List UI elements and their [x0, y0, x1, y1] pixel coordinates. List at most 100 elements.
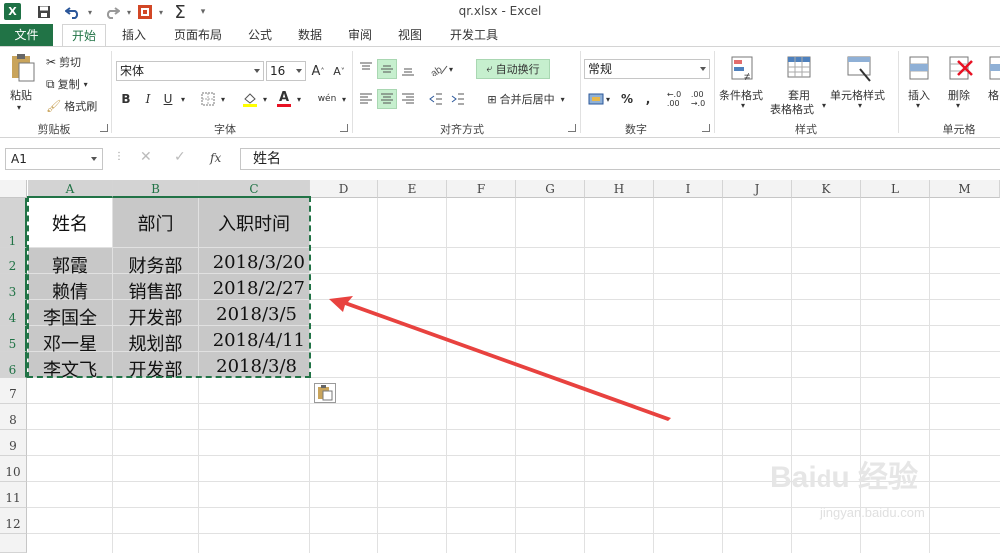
cell-styles-icon[interactable]: [846, 55, 874, 83]
tab-home[interactable]: 开始: [62, 24, 106, 46]
increase-indent-icon[interactable]: [448, 89, 468, 109]
column-header[interactable]: K: [792, 180, 861, 198]
column-header[interactable]: H: [585, 180, 654, 198]
column-header[interactable]: E: [378, 180, 447, 198]
format-cells-label[interactable]: 格: [988, 87, 999, 103]
underline-button[interactable]: U: [158, 89, 178, 109]
phonetic-guide-button[interactable]: wén: [314, 89, 340, 109]
column-header[interactable]: J: [723, 180, 792, 198]
row-header[interactable]: 7: [0, 378, 27, 404]
group-separator: [111, 51, 112, 133]
tab-view[interactable]: 视图: [390, 24, 430, 46]
middle-align-icon[interactable]: [377, 59, 397, 79]
conditional-format-icon[interactable]: ≠: [730, 55, 758, 83]
format-as-table-dropdown-icon[interactable]: ▾: [822, 101, 826, 110]
accounting-format-icon[interactable]: ▾: [586, 89, 612, 109]
insert-cells-icon[interactable]: [906, 55, 934, 83]
number-format-combo[interactable]: 常规: [584, 59, 710, 79]
paste-icon[interactable]: [8, 53, 36, 82]
italic-button[interactable]: I: [138, 89, 158, 109]
copy-button[interactable]: ⧉ 复制 ▾: [46, 76, 88, 92]
row-header[interactable]: 1: [0, 198, 27, 248]
delete-cells-icon[interactable]: [946, 55, 974, 83]
decrease-decimal-icon[interactable]: .00 →.0: [688, 89, 708, 109]
delete-dropdown-icon[interactable]: ▾: [956, 101, 960, 110]
font-color-icon[interactable]: A: [274, 89, 294, 109]
format-as-table-icon[interactable]: [786, 55, 814, 83]
font-size-combo[interactable]: 16: [266, 61, 306, 81]
row-header[interactable]: 2: [0, 248, 27, 274]
name-box[interactable]: A1: [5, 148, 103, 170]
format-painter-button[interactable]: 🖌 格式刷: [46, 98, 97, 114]
font-color-dropdown-icon[interactable]: ▾: [294, 89, 304, 109]
increase-decimal-icon[interactable]: ←.0.00: [664, 89, 684, 109]
merge-dropdown-icon[interactable]: ▾: [561, 95, 565, 104]
cancel-entry-icon[interactable]: ✕: [140, 149, 152, 165]
column-header[interactable]: G: [516, 180, 585, 198]
borders-dropdown-icon[interactable]: ▾: [218, 89, 228, 109]
tab-developer[interactable]: 开发工具: [440, 24, 508, 46]
tab-insert[interactable]: 插入: [114, 24, 154, 46]
decrease-indent-icon[interactable]: [426, 89, 446, 109]
font-name-combo[interactable]: 宋体: [116, 61, 264, 81]
underline-dropdown-icon[interactable]: ▾: [178, 89, 188, 109]
font-launcher-icon[interactable]: [340, 124, 348, 132]
tab-data[interactable]: 数据: [290, 24, 330, 46]
row-header[interactable]: 8: [0, 404, 27, 430]
row-header[interactable]: 12: [0, 508, 27, 534]
paste-label[interactable]: 粘贴: [10, 87, 32, 103]
select-all-corner[interactable]: [0, 180, 27, 198]
tab-review[interactable]: 审阅: [340, 24, 380, 46]
column-header[interactable]: L: [861, 180, 930, 198]
clipboard-launcher-icon[interactable]: [100, 124, 108, 132]
gridline: [791, 198, 792, 553]
column-header[interactable]: F: [447, 180, 516, 198]
align-left-icon[interactable]: [356, 89, 376, 109]
insert-function-icon[interactable]: fx: [210, 151, 221, 165]
conditional-dropdown-icon[interactable]: ▾: [741, 101, 745, 110]
comma-button[interactable]: ,: [638, 89, 658, 109]
bottom-align-icon[interactable]: [398, 59, 418, 79]
worksheet-grid[interactable]: A B C D E F G H I J K L M 1 2 3 4 5 6 7 …: [0, 180, 1000, 553]
column-header[interactable]: D: [310, 180, 378, 198]
row-header[interactable]: 11: [0, 482, 27, 508]
row-header[interactable]: 9: [0, 430, 27, 456]
watermark-url: jingyan.baidu.com: [820, 505, 925, 520]
borders-icon[interactable]: [198, 89, 218, 109]
tab-file[interactable]: 文件: [0, 24, 53, 46]
format-as-table-label-2[interactable]: 表格格式: [770, 101, 814, 117]
paste-dropdown-icon[interactable]: ▾: [17, 103, 21, 112]
formula-input[interactable]: 姓名: [240, 148, 1000, 170]
align-right-icon[interactable]: [398, 89, 418, 109]
row-header[interactable]: 5: [0, 326, 27, 352]
alignment-launcher-icon[interactable]: [568, 124, 576, 132]
fill-color-dropdown-icon[interactable]: ▾: [260, 89, 270, 109]
merge-center-button[interactable]: ⊞ 合并后居中 ▾: [478, 89, 574, 109]
cut-button[interactable]: ✂ 剪切: [46, 54, 81, 70]
insert-dropdown-icon[interactable]: ▾: [916, 101, 920, 110]
top-align-icon[interactable]: [356, 59, 376, 79]
number-launcher-icon[interactable]: [702, 124, 710, 132]
orientation-icon[interactable]: ab ▾: [428, 59, 454, 79]
fill-color-icon[interactable]: [240, 89, 260, 109]
bold-button[interactable]: B: [116, 89, 136, 109]
shrink-font-button[interactable]: A ˅: [329, 61, 349, 81]
column-header[interactable]: M: [930, 180, 1000, 198]
confirm-entry-icon[interactable]: ✓: [174, 149, 186, 165]
tab-formulas[interactable]: 公式: [240, 24, 280, 46]
row-header[interactable]: [0, 534, 27, 553]
align-center-icon[interactable]: [377, 89, 397, 109]
cell-styles-dropdown-icon[interactable]: ▾: [858, 101, 862, 110]
format-cells-icon[interactable]: [986, 55, 1000, 83]
column-header[interactable]: I: [654, 180, 723, 198]
phonetic-dropdown-icon[interactable]: ▾: [339, 89, 349, 109]
row-header[interactable]: 3: [0, 274, 27, 300]
grow-font-button[interactable]: A ˄: [308, 61, 328, 81]
tab-page-layout[interactable]: 页面布局: [166, 24, 230, 46]
percent-button[interactable]: %: [617, 89, 637, 109]
row-header[interactable]: 4: [0, 300, 27, 326]
copy-dropdown-icon[interactable]: ▾: [84, 80, 88, 89]
row-header[interactable]: 10: [0, 456, 27, 482]
row-header[interactable]: 6: [0, 352, 27, 378]
wrap-text-button[interactable]: ⤶ 自动换行: [476, 59, 550, 79]
